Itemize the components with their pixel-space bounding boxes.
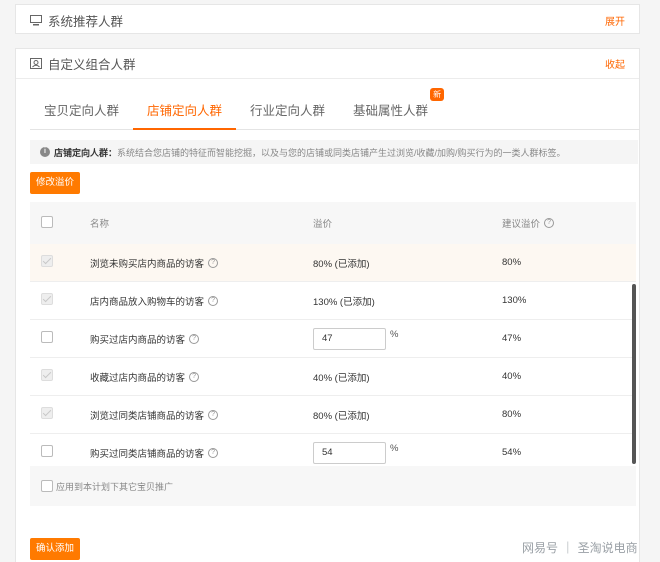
row-suggest: 54% xyxy=(502,447,522,458)
apply-to-others[interactable]: 应用到本计划下其它宝贝推广 xyxy=(30,466,636,506)
info-text: 系统结合您店铺的特征而智能挖掘，以及与您的店铺或同类店铺产生过浏览/收藏/加购/… xyxy=(117,147,566,158)
row-bid: 80% (已添加) xyxy=(313,258,370,270)
table-row: 店内商品放入购物车的访客? 130% (已添加) 130% xyxy=(30,282,636,320)
header-name: 名称 xyxy=(90,219,110,230)
row-name: 收藏过店内商品的访客 xyxy=(90,372,186,384)
table-header: 名称 溢价 建议溢价 ? xyxy=(30,202,636,244)
tab-industry-audience[interactable]: 行业定向人群 xyxy=(236,92,339,130)
custom-group-header[interactable]: 自定义组合人群 收起 xyxy=(16,49,639,79)
watermark: 网易号 ｜ 圣淘说电商 xyxy=(522,541,638,555)
scrollbar-thumb[interactable] xyxy=(632,284,636,464)
percent-sign: % xyxy=(390,443,399,454)
help-icon[interactable]: ? xyxy=(208,447,219,458)
row-suggest: 47% xyxy=(502,333,522,344)
table-row: 收藏过店内商品的访客? 40% (已添加) 40% xyxy=(30,358,636,396)
row-suggest: 40% xyxy=(502,371,522,382)
monitor-icon xyxy=(30,14,42,25)
info-bar: i 店铺定向人群： 系统结合您店铺的特征而智能挖掘，以及与您的店铺或同类店铺产生… xyxy=(30,140,638,164)
collapse-link[interactable]: 收起 xyxy=(605,56,625,71)
system-recommend-title: 系统推荐人群 xyxy=(48,14,124,29)
help-icon[interactable]: ? xyxy=(544,218,555,228)
row-name: 浏览过同类店铺商品的访客 xyxy=(90,410,205,422)
row-suggest: 80% xyxy=(502,257,522,268)
confirm-add-button[interactable]: 确认添加 xyxy=(30,538,80,560)
help-icon[interactable]: ? xyxy=(208,409,219,420)
header-bid: 溢价 xyxy=(313,219,333,230)
new-badge: 新 xyxy=(430,88,445,101)
row-name: 店内商品放入购物车的访客 xyxy=(90,296,205,308)
select-all-checkbox[interactable] xyxy=(41,215,53,228)
header-suggest-label: 建议溢价 xyxy=(502,219,541,230)
row-checkbox xyxy=(41,293,53,305)
row-name: 购买过店内商品的访客 xyxy=(90,334,186,346)
percent-sign: % xyxy=(390,329,399,340)
tab-basic-attribute-audience[interactable]: 基础属性人群 新 xyxy=(339,88,445,130)
row-checkbox[interactable] xyxy=(41,331,53,343)
info-icon: i xyxy=(40,147,50,157)
row-bid: 130% (已添加) xyxy=(313,296,375,308)
system-recommend-header[interactable]: 系统推荐人群 展开 xyxy=(16,5,639,35)
tab-basic-attribute-label: 基础属性人群 xyxy=(353,104,429,118)
table-row: 浏览未购买店内商品的访客? 80% (已添加) 80% xyxy=(30,244,636,282)
header-suggest: 建议溢价 ? xyxy=(502,216,636,230)
edit-bid-button[interactable]: 修改溢价 xyxy=(30,172,80,194)
system-recommend-panel: 系统推荐人群 展开 xyxy=(15,4,640,34)
tab-item-audience[interactable]: 宝贝定向人群 xyxy=(30,92,133,130)
row-name: 购买过同类店铺商品的访客 xyxy=(90,448,205,460)
help-icon[interactable]: ? xyxy=(208,295,219,306)
audience-table: 名称 溢价 建议溢价 ? 浏览未购买店内商品的访客? 80% (已添加) 80%… xyxy=(30,202,636,472)
table-row: 浏览过同类店铺商品的访客? 80% (已添加) 80% xyxy=(30,396,636,434)
custom-group-title: 自定义组合人群 xyxy=(48,58,136,72)
info-title: 店铺定向人群： xyxy=(54,147,118,158)
row-bid: 40% (已添加) xyxy=(313,372,370,384)
bid-input[interactable] xyxy=(313,327,386,350)
row-name: 浏览未购买店内商品的访客 xyxy=(90,258,205,270)
table-scrollbar[interactable] xyxy=(632,242,637,466)
row-checkbox xyxy=(41,369,53,381)
row-suggest: 80% xyxy=(502,409,522,420)
row-checkbox[interactable] xyxy=(41,445,53,457)
custom-group-icon xyxy=(30,58,42,69)
bid-input[interactable] xyxy=(313,441,386,464)
row-checkbox xyxy=(41,407,53,419)
help-icon[interactable]: ? xyxy=(189,371,200,382)
row-checkbox xyxy=(41,255,53,267)
apply-checkbox[interactable] xyxy=(41,480,53,492)
help-icon[interactable]: ? xyxy=(208,257,219,268)
row-suggest: 130% xyxy=(502,295,527,306)
row-bid: 80% (已添加) xyxy=(313,410,370,422)
audience-tabs: 宝贝定向人群 店铺定向人群 行业定向人群 基础属性人群 新 xyxy=(30,88,640,130)
help-icon[interactable]: ? xyxy=(189,333,200,344)
expand-link[interactable]: 展开 xyxy=(605,13,625,28)
tab-shop-audience[interactable]: 店铺定向人群 xyxy=(133,92,237,130)
apply-label: 应用到本计划下其它宝贝推广 xyxy=(56,481,174,492)
table-row: 购买过店内商品的访客? % 47% xyxy=(30,320,636,358)
